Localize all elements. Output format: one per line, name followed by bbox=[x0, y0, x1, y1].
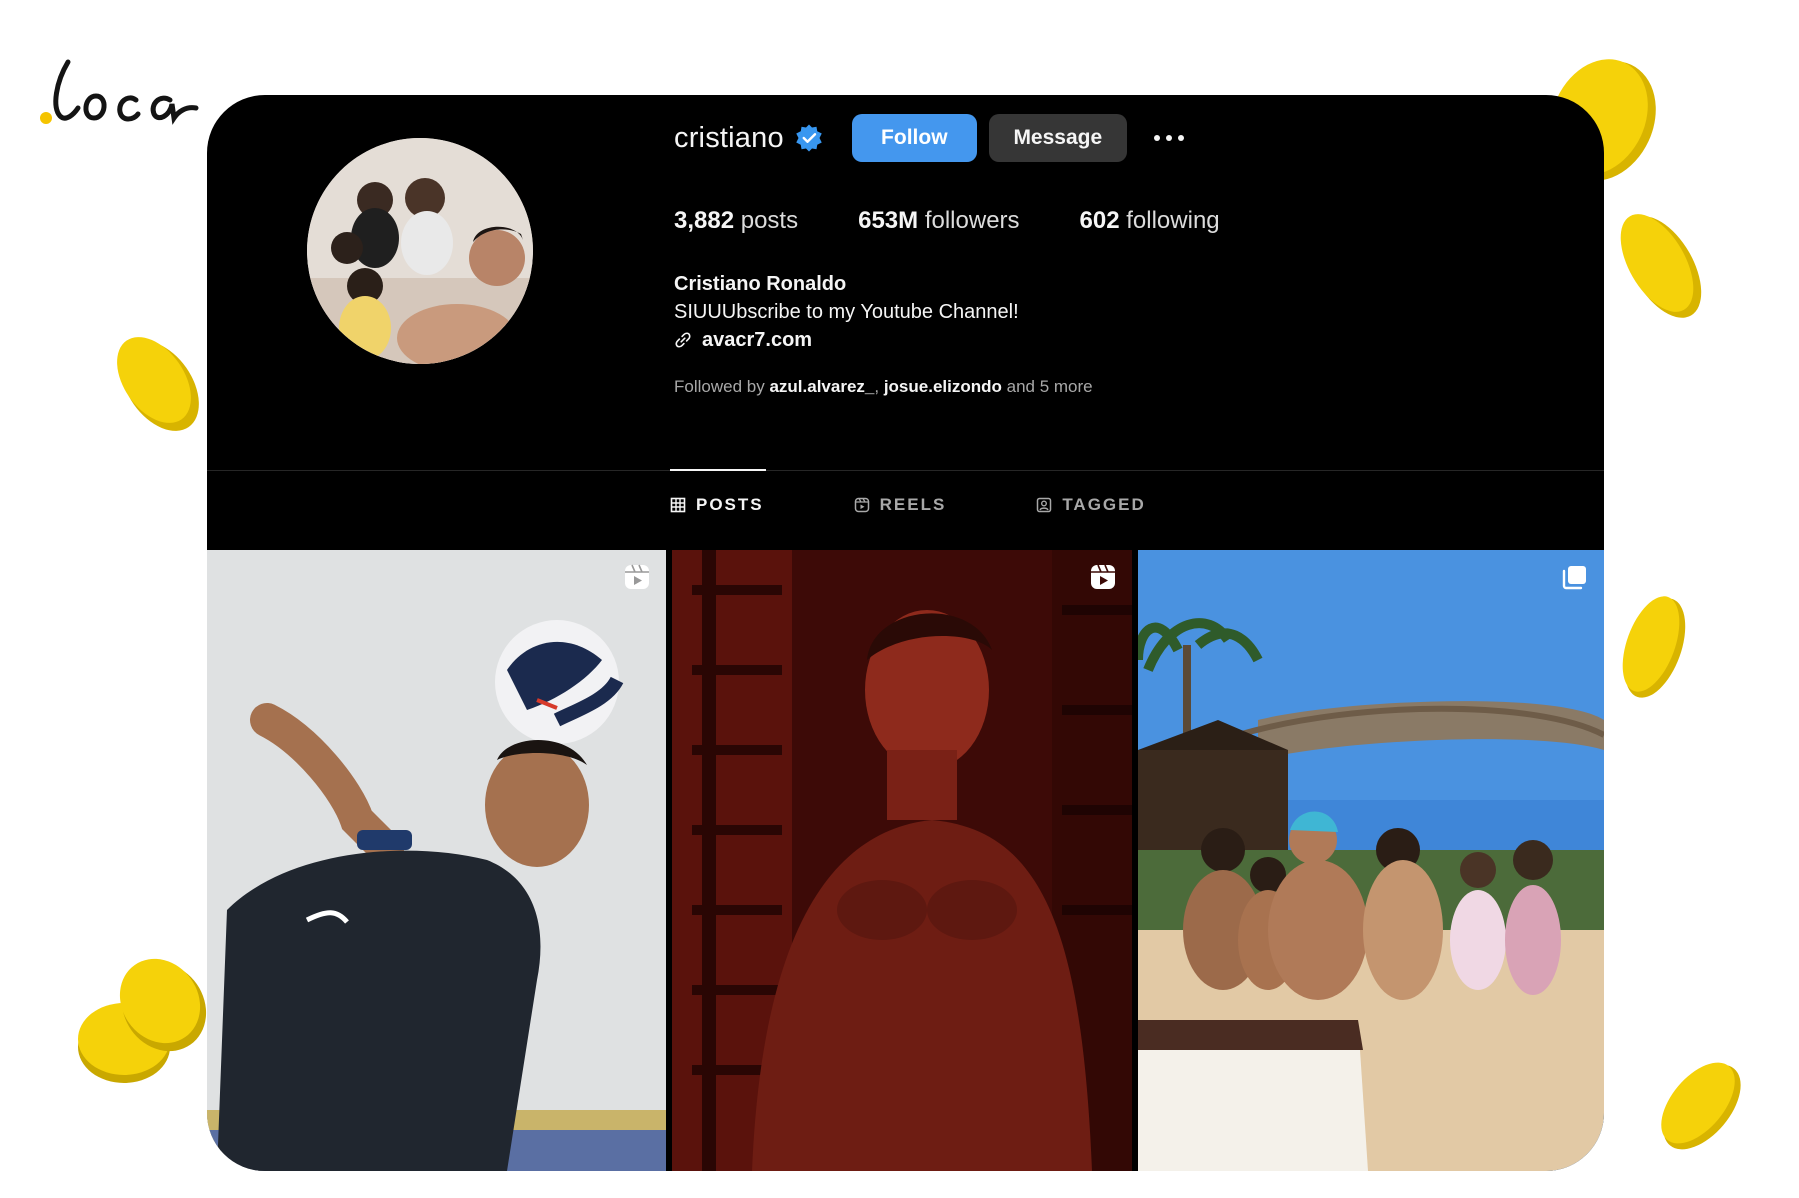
tagged-icon bbox=[1037, 497, 1052, 513]
posts-grid bbox=[207, 550, 1604, 1171]
posts-count: 3,882 posts bbox=[674, 207, 799, 234]
profile-avatar[interactable] bbox=[307, 138, 533, 364]
coin-icon bbox=[1615, 588, 1695, 703]
coin-icon bbox=[72, 955, 212, 1095]
profile-tabs: POSTS REELS TAGGED bbox=[670, 495, 1236, 515]
reel-icon bbox=[625, 564, 649, 589]
profile-bio: Cristiano Ronaldo SIUUUbscribe to my You… bbox=[674, 270, 1019, 354]
reel-icon bbox=[1091, 564, 1115, 589]
carousel-icon bbox=[1562, 566, 1586, 590]
full-name: Cristiano Ronaldo bbox=[674, 273, 847, 295]
bio-text: SIUUUbscribe to my Youtube Channel! bbox=[674, 301, 1019, 323]
coin-icon bbox=[1650, 1055, 1750, 1155]
brand-logo bbox=[38, 52, 208, 132]
coin-icon bbox=[112, 328, 202, 438]
post-item[interactable] bbox=[207, 550, 666, 1171]
followers-count[interactable]: 653M followers bbox=[858, 207, 1019, 235]
tabs-divider bbox=[207, 470, 1604, 471]
following-count[interactable]: 602 following bbox=[1080, 207, 1220, 235]
verified-badge-icon bbox=[796, 124, 822, 152]
profile-screen: cristiano Follow Message 3,882 posts 653… bbox=[207, 95, 1604, 1171]
coin-icon bbox=[1615, 205, 1705, 325]
tab-reels[interactable]: REELS bbox=[854, 495, 947, 515]
active-tab-indicator bbox=[670, 469, 766, 471]
profile-header-row: cristiano Follow Message bbox=[674, 113, 1189, 163]
profile-link[interactable]: avacr7.com bbox=[674, 326, 1019, 354]
reels-icon bbox=[854, 497, 869, 513]
post-item[interactable] bbox=[672, 550, 1132, 1171]
link-icon bbox=[675, 332, 691, 348]
username: cristiano bbox=[674, 121, 784, 154]
message-button[interactable]: Message bbox=[988, 114, 1127, 162]
followed-by[interactable]: Followed by azul.alvarez_, josue.elizond… bbox=[674, 377, 1093, 397]
grid-icon bbox=[670, 497, 686, 513]
tab-posts[interactable]: POSTS bbox=[670, 495, 764, 515]
tab-tagged[interactable]: TAGGED bbox=[1036, 495, 1145, 515]
post-image bbox=[672, 550, 1132, 1171]
post-image bbox=[207, 550, 666, 1171]
profile-stats: 3,882 posts 653M followers 602 following bbox=[674, 207, 1280, 235]
post-item[interactable] bbox=[1138, 550, 1604, 1171]
post-image bbox=[1138, 550, 1604, 1171]
more-options-icon[interactable] bbox=[1149, 118, 1189, 158]
follow-button[interactable]: Follow bbox=[851, 114, 977, 162]
